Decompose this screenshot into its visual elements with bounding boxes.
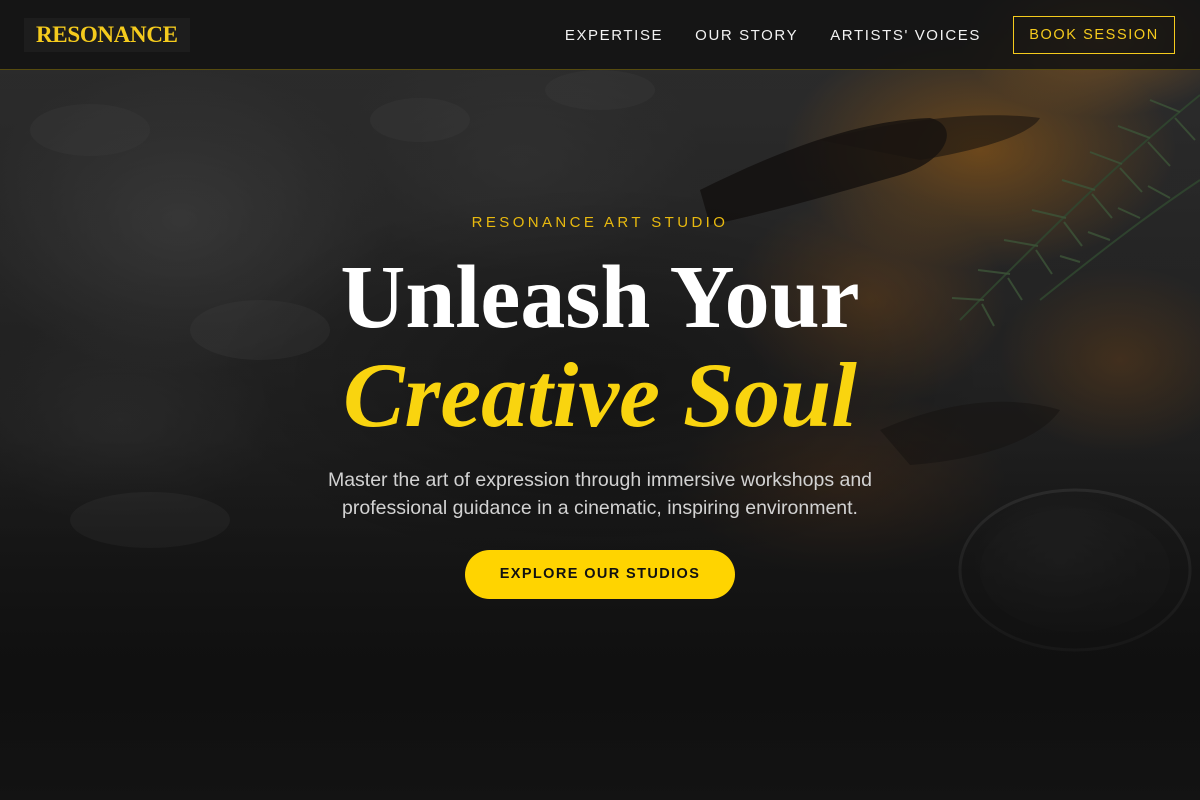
hero-subtext: Master the art of expression through imm…: [327, 469, 873, 519]
explore-studios-button[interactable]: EXPLORE OUR STUDIOS: [465, 550, 735, 599]
hero-section: RESONANCE ART STUDIO Unleash Your Creati…: [0, 0, 1200, 800]
hero-headline-line2: Creative Soul: [343, 344, 857, 446]
hero-eyebrow: RESONANCE ART STUDIO: [471, 214, 729, 231]
hero-headline-line1: Unleash Your: [340, 248, 860, 347]
